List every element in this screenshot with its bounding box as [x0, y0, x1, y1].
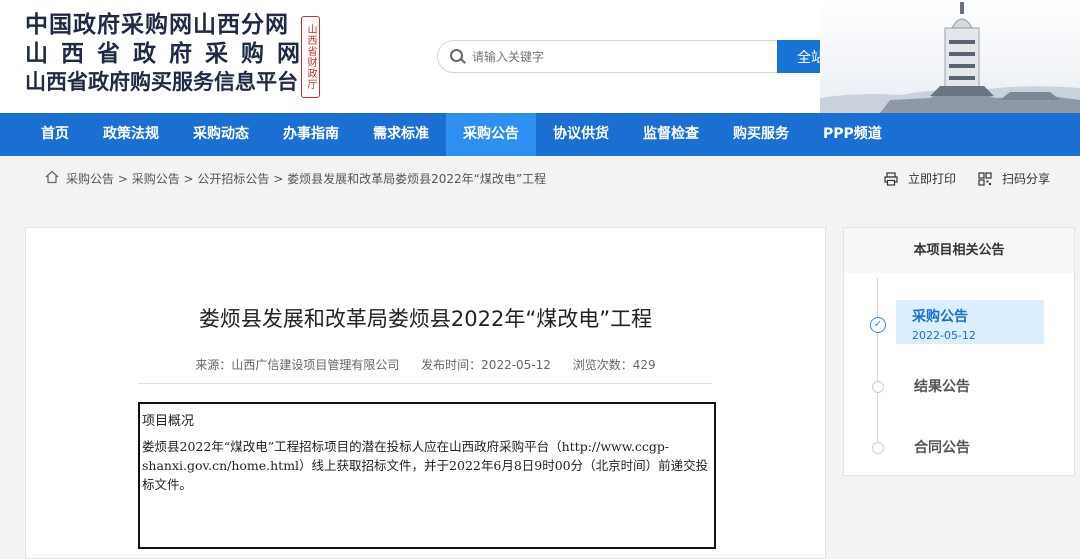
page-tools: 立即打印 扫码分享: [884, 170, 1050, 187]
check-circle-icon: ✓: [870, 317, 886, 333]
share-label: 扫码分享: [1001, 172, 1050, 186]
summary-heading: 项目概况: [142, 414, 195, 429]
breadcrumb-separator: >: [269, 172, 288, 186]
nav-supervision[interactable]: 监督检查: [626, 113, 716, 156]
site-search: 全站搜索: [437, 40, 873, 73]
related-notice-label: 合同公告: [914, 440, 970, 456]
breadcrumb-separator: >: [114, 172, 132, 186]
share-button[interactable]: 扫码分享: [978, 170, 1050, 187]
site-brand[interactable]: 中国政府采购网山西分网 山西省政府采购网 山西省政府购买服务信息平台: [25, 14, 313, 93]
breadcrumb-item[interactable]: 公开招标公告: [197, 172, 269, 186]
breadcrumb-item[interactable]: 采购公告: [66, 172, 114, 186]
related-notice-label: 采购公告: [912, 309, 968, 325]
main-nav: 首页 政策法规 采购动态 办事指南 需求标准 采购公告 协议供货 监督检查 购买…: [0, 113, 1080, 156]
related-notices-heading: 本项目相关公告: [844, 228, 1074, 273]
brand-line-1: 中国政府采购网山西分网: [25, 12, 289, 38]
breadcrumb-item[interactable]: 采购公告: [132, 172, 180, 186]
project-summary-box: 项目概况 娄烦县2022年“煤改电”工程招标项目的潜在投标人应在山西政府采购平台…: [138, 402, 716, 549]
printer-icon: [884, 171, 898, 186]
article-view-count: 浏览次数：429: [572, 358, 656, 372]
circle-dot-icon: [872, 381, 884, 393]
article-source: 来源：山西广信建设项目管理有限公司: [195, 358, 400, 372]
nav-ppp[interactable]: PPP频道: [806, 113, 899, 156]
breadcrumb: 采购公告 > 采购公告 > 公开招标公告 > 娄烦县发展和改革局娄烦县2022年…: [66, 170, 546, 187]
related-notice-card[interactable]: 结果公告: [896, 376, 1044, 396]
nav-procurement-notice[interactable]: 采购公告: [446, 113, 536, 156]
print-button[interactable]: 立即打印: [884, 170, 956, 187]
nav-procurement-news[interactable]: 采购动态: [176, 113, 266, 156]
related-notice-label: 结果公告: [914, 379, 970, 395]
brand-line-3: 山西省政府购买服务信息平台: [25, 70, 298, 94]
nav-guide[interactable]: 办事指南: [266, 113, 356, 156]
article-card: 娄烦县发展和改革局娄烦县2022年“煤改电”工程 来源：山西广信建设项目管理有限…: [25, 227, 826, 559]
breadcrumb-current: 娄烦县发展和改革局娄烦县2022年“煤改电”工程: [287, 172, 547, 186]
qr-code-icon: [978, 171, 992, 186]
summary-text: 娄烦县2022年“煤改电”工程招标项目的潜在投标人应在山西政府采购平台（http…: [142, 439, 709, 492]
article-title: 娄烦县发展和改革局娄烦县2022年“煤改电”工程: [198, 307, 653, 331]
nav-purchase-service[interactable]: 购买服务: [716, 113, 806, 156]
brand-line-2: 山西省政府采购网: [25, 41, 313, 67]
article-meta: 来源：山西广信建设项目管理有限公司 发布时间：2022-05-12 浏览次数：4…: [26, 356, 825, 373]
related-notice-date: 2022-05-12: [912, 329, 976, 342]
related-notices-panel: 本项目相关公告 ✓ 采购公告 2022-05-12 结果公告 合同公告: [843, 227, 1075, 476]
nav-policy[interactable]: 政策法规: [86, 113, 176, 156]
related-notice-card-active[interactable]: 采购公告 2022-05-12: [896, 300, 1044, 344]
circle-dot-icon: [872, 442, 884, 454]
breadcrumb-bar: 采购公告 > 采购公告 > 公开招标公告 > 娄烦县发展和改革局娄烦县2022年…: [0, 156, 1080, 200]
home-icon[interactable]: [45, 170, 59, 184]
search-input[interactable]: [470, 44, 774, 70]
nav-home[interactable]: 首页: [0, 113, 86, 156]
print-label: 立即打印: [907, 172, 956, 186]
nav-standards[interactable]: 需求标准: [356, 113, 446, 156]
timeline-line: [877, 278, 878, 448]
breadcrumb-separator: >: [179, 172, 198, 186]
site-header: 中国政府采购网山西分网 山西省政府采购网 山西省政府购买服务信息平台 山西省财政…: [0, 0, 1080, 113]
search-icon: [450, 49, 463, 62]
finance-dept-seal: 山西省财政厅: [301, 16, 320, 98]
search-box: [437, 40, 778, 73]
nav-agreement-supply[interactable]: 协议供货: [536, 113, 626, 156]
related-notice-card[interactable]: 合同公告: [896, 437, 1044, 457]
article-publish-date: 发布时间：2022-05-12: [421, 358, 551, 372]
pagoda-scenery-image: [820, 0, 1080, 113]
meta-divider: [138, 383, 712, 384]
